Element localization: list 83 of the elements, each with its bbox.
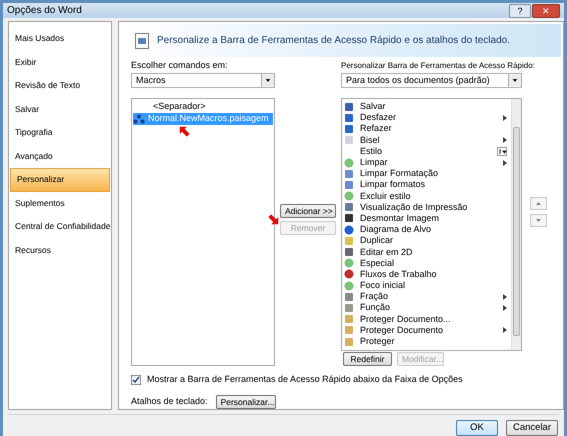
- toolbar-label: Personalizar Barra de Ferramentas de Acesso Rápido:: [341, 60, 535, 71]
- macro-icon: [133, 114, 145, 124]
- square-icon: [344, 112, 354, 123]
- sidebar-item[interactable]: Personalizar: [10, 168, 110, 192]
- square-icon: [344, 135, 354, 146]
- toolbar-item[interactable]: Visualização de Impressão: [344, 202, 511, 213]
- toolbar-item[interactable]: Fração: [344, 291, 511, 302]
- toolbar-item[interactable]: Limpar Formatação: [344, 168, 511, 180]
- toolbar-item[interactable]: Bisel: [344, 134, 511, 146]
- toolbar-item[interactable]: Diagrama de Alvo: [344, 224, 511, 236]
- help-button[interactable]: ?: [509, 4, 531, 18]
- toolbar-item[interactable]: Especial: [344, 258, 511, 269]
- square-icon: [344, 336, 354, 347]
- toolbar-item[interactable]: Editar em 2D: [344, 246, 511, 258]
- square-icon: [344, 102, 354, 112]
- toolbar-item[interactable]: Proteger Documento: [344, 324, 511, 336]
- toolbar-item[interactable]: Limpar: [344, 156, 511, 168]
- sidebar-item[interactable]: Suplementos: [9, 192, 111, 215]
- circle-icon: [344, 280, 354, 291]
- cancel-button[interactable]: Cancelar: [506, 420, 558, 436]
- toolbar-item[interactable]: Desfazer: [344, 112, 511, 124]
- add-button[interactable]: Adicionar >>: [280, 204, 336, 218]
- toolbar-item[interactable]: Refazer: [344, 123, 511, 135]
- sidebar-item[interactable]: Tipografia: [9, 121, 111, 144]
- toolbar-item[interactable]: Estilo: [344, 146, 511, 157]
- circle-icon: [344, 224, 354, 235]
- square-icon: [344, 325, 354, 336]
- sidebar-item[interactable]: Salvar: [9, 98, 111, 121]
- toolbar-item[interactable]: Proteger Documento...: [344, 314, 511, 325]
- submenu-arrow-icon: [503, 160, 507, 166]
- circle-icon: [344, 158, 354, 168]
- square-icon: [344, 124, 354, 134]
- square-icon: [344, 236, 354, 246]
- reset-button[interactable]: Redefinir: [343, 352, 392, 366]
- square-icon: [344, 302, 354, 313]
- sidebar-item[interactable]: Central de Confiabilidade: [9, 215, 111, 238]
- sidebar-item[interactable]: Mais Usados: [9, 27, 111, 50]
- submenu-arrow-icon: [503, 137, 507, 144]
- move-up-button[interactable]: [530, 197, 547, 210]
- square-icon: [344, 180, 354, 190]
- toolbar-item[interactable]: Fluxos de Trabalho: [344, 268, 511, 280]
- toolbar-item[interactable]: Excluir estilo: [344, 190, 511, 202]
- checkbox[interactable]: [131, 374, 141, 385]
- square-icon: [344, 213, 354, 224]
- toolbar-icon: [135, 32, 149, 48]
- square-icon: [344, 314, 354, 324]
- dropdown-arrow-icon: [508, 74, 521, 87]
- square-icon: [344, 292, 354, 302]
- header-title: Personalize a Barra de Ferramentas de Acesso Rápido e os atalhos do teclado.: [157, 34, 510, 48]
- customize-button[interactable]: Personalizar...: [216, 394, 276, 408]
- commands-label: Escolher comandos em:: [131, 60, 229, 71]
- text-cursor-icon: [497, 146, 507, 156]
- toolbar-item[interactable]: Salvar: [344, 101, 511, 112]
- checkbox-label: Mostrar a Barra de Ferramentas de Acesso Rápido abaixo da Faixa de Opções: [147, 373, 463, 386]
- sidebar-item[interactable]: Recursos: [9, 238, 111, 262]
- move-down-button[interactable]: [530, 214, 547, 227]
- toolbar-item[interactable]: Função: [344, 302, 511, 314]
- square-icon: [344, 168, 354, 179]
- toolbar-item[interactable]: Limpar formatos: [344, 179, 511, 190]
- circle-icon: [344, 269, 354, 280]
- dropdown-arrow-icon: [261, 74, 274, 87]
- shortcuts-label: Atalhos de teclado:: [131, 394, 208, 408]
- window-title: Opções do Word: [7, 4, 82, 18]
- check-icon: [132, 376, 140, 384]
- scrollbar[interactable]: [511, 99, 521, 350]
- submenu-arrow-icon: [503, 327, 507, 334]
- toolbar-item[interactable]: Duplicar: [344, 235, 511, 246]
- sidebar-item[interactable]: Revisão de Texto: [9, 74, 111, 98]
- sidebar-item[interactable]: Exibir: [9, 50, 111, 74]
- circle-icon: [344, 258, 354, 268]
- toolbar-dropdown[interactable]: Para todos os documentos (padrão): [341, 73, 522, 88]
- sidebar-item[interactable]: Avançado: [9, 144, 111, 168]
- commands-dropdown[interactable]: Macros: [131, 73, 275, 88]
- close-button[interactable]: ✕: [532, 4, 560, 18]
- square-icon: [344, 202, 354, 212]
- toolbar-item[interactable]: Desmontar Imagem: [344, 212, 511, 224]
- ok-button[interactable]: OK: [456, 420, 498, 436]
- toolbar-item[interactable]: Proteger: [344, 336, 511, 348]
- toolbar-item[interactable]: Foco inicial: [344, 280, 511, 292]
- command-item[interactable]: <Separador>: [133, 101, 273, 113]
- circle-icon: [344, 191, 354, 202]
- submenu-arrow-icon: [503, 114, 507, 121]
- square-icon: [344, 247, 354, 258]
